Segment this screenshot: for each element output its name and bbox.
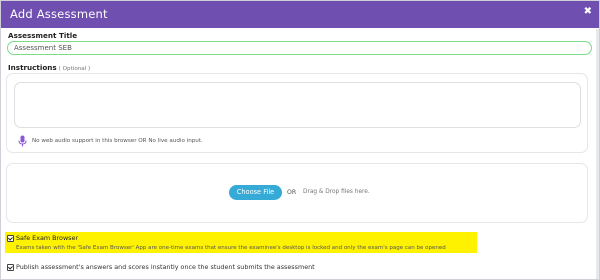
choose-file-button[interactable]: Choose File: [229, 185, 282, 200]
modal-title: Add Assessment: [10, 7, 108, 21]
add-assessment-modal: Add Assessment ✖ Assessment Title Instru…: [0, 0, 600, 280]
file-drop-zone[interactable]: Choose File OR Drag & Drop files here.: [6, 163, 588, 223]
scrollbar[interactable]: [596, 29, 599, 279]
publish-label: Publish assessment's answers and scores …: [16, 263, 315, 271]
publish-checkbox[interactable]: [7, 264, 14, 271]
assessment-title-input[interactable]: [7, 41, 592, 55]
close-icon[interactable]: ✖: [584, 6, 592, 17]
safe-exam-browser-description: Exams taken with the 'Safe Exam Browser'…: [16, 245, 446, 251]
optional-tag: ( Optional ): [58, 66, 91, 72]
assessment-title-label: Assessment Title: [8, 31, 78, 40]
drag-drop-hint: Drag & Drop files here.: [303, 189, 370, 195]
instructions-label: Instructions( Optional ): [8, 63, 90, 72]
instructions-label-text: Instructions: [8, 63, 57, 72]
modal-header: Add Assessment ✖: [1, 1, 599, 28]
microphone-icon[interactable]: [18, 135, 27, 147]
instructions-panel: No web audio support in this browser OR …: [6, 73, 588, 153]
safe-exam-browser-checkbox[interactable]: [7, 235, 14, 242]
safe-exam-browser-label: Safe Exam Browser: [16, 234, 79, 242]
instructions-textarea[interactable]: [14, 82, 581, 128]
or-separator: OR: [287, 189, 297, 196]
audio-support-note: No web audio support in this browser OR …: [32, 138, 203, 144]
